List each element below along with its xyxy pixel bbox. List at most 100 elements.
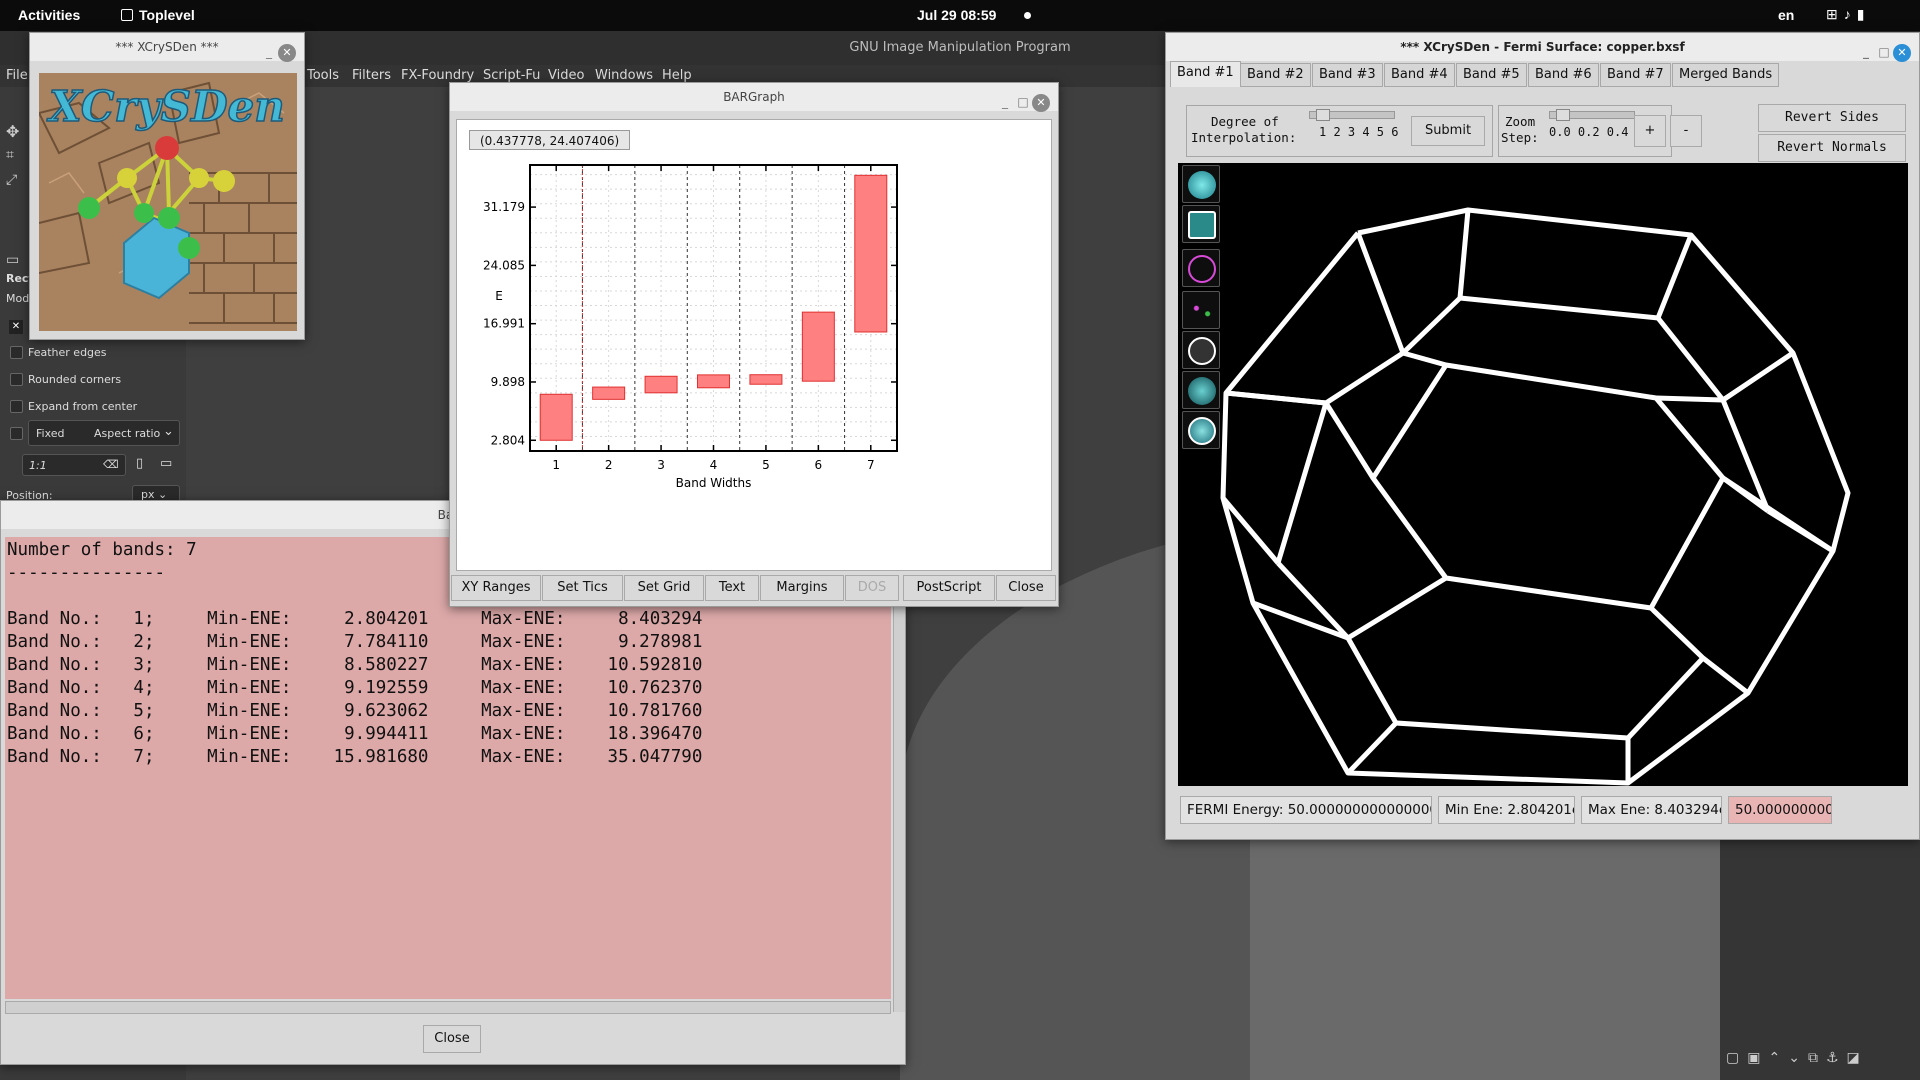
ratio-input[interactable]: 1:1 ⌫	[22, 454, 126, 476]
duplicate-icon[interactable]: ⧉	[1808, 1050, 1826, 1066]
plot-frame	[529, 164, 898, 452]
tab-merged-bands[interactable]: Merged Bands	[1672, 63, 1780, 87]
move-tool-icon[interactable]: ✥	[6, 122, 19, 141]
antialias-checkbox[interactable]: ✕	[9, 320, 23, 334]
fermi-energy-input[interactable]: 50.000000000000	[1728, 796, 1832, 824]
mode-label: Mod	[6, 292, 30, 305]
tab-band-6[interactable]: Band #6	[1528, 63, 1599, 87]
window-title: *** XCrySDen ***	[115, 40, 219, 54]
dots-icon[interactable]	[1182, 291, 1220, 329]
menu-help[interactable]: Help	[662, 68, 692, 83]
dock-buttons[interactable]: ▢▣⌃⌄⧉⚓◪	[1720, 1050, 1920, 1066]
menu-script-fu[interactable]: Script-Fu	[483, 68, 540, 83]
menu-fx-foundry[interactable]: FX-Foundry	[401, 68, 474, 83]
x-tick-label: 7	[867, 458, 875, 472]
fixed-label: Fixed	[36, 427, 65, 440]
lower-icon[interactable]: ⌄	[1788, 1050, 1808, 1066]
text-button[interactable]: Text	[705, 575, 759, 601]
expand-label: Expand from center	[28, 400, 138, 413]
cell-box-icon[interactable]	[1182, 205, 1220, 243]
band-bar-2	[592, 386, 626, 400]
set-tics-button[interactable]: Set Tics	[542, 575, 623, 601]
close-button[interactable]: ✕	[1893, 44, 1911, 62]
system-tray[interactable]: ⊞♪▮	[1826, 6, 1870, 23]
solid-surface-icon[interactable]	[1182, 165, 1220, 203]
submit-button[interactable]: Submit	[1411, 116, 1485, 146]
fixed-checkbox[interactable]	[10, 427, 23, 440]
band-bar-1	[539, 393, 573, 441]
fixed-dropdown[interactable]: Fixed Aspect ratio ⌄	[28, 420, 180, 446]
zoom-values: 0.0 0.2 0.4	[1549, 125, 1629, 139]
activities-button[interactable]: Activities	[18, 7, 80, 23]
menu-windows[interactable]: Windows	[595, 68, 653, 83]
close-button[interactable]: ✕	[278, 44, 296, 62]
xy-ranges-button[interactable]: XY Ranges	[451, 575, 541, 601]
band-row: Band No.: 7; Min-ENE: 15.981680 Max-ENE:…	[7, 747, 703, 767]
close-button[interactable]: ✕	[1032, 94, 1050, 112]
bargraph-window: BARGraph _ □ ✕ (0.437778, 24.407406) 2.804…	[449, 82, 1059, 607]
x-tick-label: 1	[552, 458, 560, 472]
crop-tool-icon[interactable]: ⌗	[6, 147, 14, 163]
battery-icon: ▮	[1856, 6, 1871, 22]
interpolation-slider[interactable]	[1309, 109, 1395, 121]
vertical-scrollbar[interactable]	[893, 537, 905, 1012]
menu-filters[interactable]: Filters	[352, 68, 391, 83]
menu-file[interactable]: File	[6, 68, 28, 83]
horizontal-scrollbar[interactable]	[5, 1001, 891, 1014]
surface-wire-icon[interactable]	[1182, 411, 1220, 449]
band-row: Band No.: 6; Min-ENE: 9.994411 Max-ENE: …	[7, 724, 703, 744]
language-indicator[interactable]: en	[1778, 7, 1794, 23]
zoom-out-button[interactable]: -	[1670, 115, 1702, 147]
app-menu[interactable]: Toplevel	[121, 7, 195, 23]
landscape-icon[interactable]: ▭	[160, 456, 172, 471]
fermi-surface-wireframe	[1220, 207, 1851, 786]
smooth-surface-icon[interactable]	[1182, 371, 1220, 409]
group-icon[interactable]: ▣	[1747, 1050, 1768, 1066]
clock[interactable]: Jul 29 08:59	[917, 7, 996, 23]
maximize-button[interactable]: □	[1014, 88, 1032, 116]
volume-icon: ♪	[1843, 6, 1857, 22]
margins-button[interactable]: Margins	[760, 575, 844, 601]
close-button[interactable]: Close	[423, 1025, 481, 1053]
clear-icon[interactable]: ⌫	[103, 458, 119, 471]
zoom-in-button[interactable]: +	[1634, 115, 1666, 147]
y-tick-label: 24.085	[483, 258, 525, 272]
slider-knob[interactable]	[1316, 109, 1330, 121]
rounded-checkbox[interactable]	[10, 373, 23, 386]
rect-select-icon[interactable]: ▭	[6, 252, 19, 268]
set-grid-button[interactable]: Set Grid	[624, 575, 704, 601]
fermi-surface-viewport[interactable]	[1178, 163, 1908, 786]
minimize-button[interactable]: _	[1857, 38, 1875, 66]
transform-tool-icon[interactable]: ⤢	[6, 172, 17, 188]
wireframe-magenta-icon[interactable]	[1182, 249, 1220, 287]
tab-band-2[interactable]: Band #2	[1240, 63, 1311, 87]
zoom-slider[interactable]	[1549, 109, 1635, 121]
tab-band-7[interactable]: Band #7	[1600, 63, 1671, 87]
minimize-button[interactable]: _	[260, 38, 278, 66]
raise-icon[interactable]: ⌃	[1768, 1050, 1788, 1066]
close-button[interactable]: Close	[996, 575, 1056, 601]
tab-band-5[interactable]: Band #5	[1456, 63, 1527, 87]
bar-graph-area[interactable]: (0.437778, 24.407406) 2.804 9.898 16.991 24…	[456, 119, 1052, 571]
feather-checkbox[interactable]	[10, 346, 23, 359]
slider-knob[interactable]	[1556, 109, 1570, 121]
revert-normals-button[interactable]: Revert Normals	[1758, 134, 1906, 162]
maximize-button[interactable]: □	[1875, 38, 1893, 66]
aspect-ratio-label: Aspect ratio	[94, 427, 161, 440]
menu-tools[interactable]: Tools	[307, 68, 339, 83]
revert-sides-button[interactable]: Revert Sides	[1758, 104, 1906, 132]
tab-band-1[interactable]: Band #1	[1170, 61, 1241, 87]
band-bar-7	[854, 174, 888, 333]
menu-video[interactable]: Video	[548, 68, 584, 83]
mask-icon[interactable]: ◪	[1847, 1050, 1868, 1066]
postscript-button[interactable]: PostScript	[903, 575, 995, 601]
tab-band-4[interactable]: Band #4	[1384, 63, 1455, 87]
wireframe-icon[interactable]	[1182, 331, 1220, 369]
expand-checkbox[interactable]	[10, 400, 23, 413]
tab-band-3[interactable]: Band #3	[1312, 63, 1383, 87]
minimize-button[interactable]: _	[996, 88, 1014, 116]
anchor-icon[interactable]: ⚓	[1826, 1050, 1847, 1066]
y-axis-label: E	[495, 289, 503, 303]
portrait-icon[interactable]: ▯	[136, 456, 143, 471]
new-layer-icon[interactable]: ▢	[1726, 1050, 1747, 1066]
